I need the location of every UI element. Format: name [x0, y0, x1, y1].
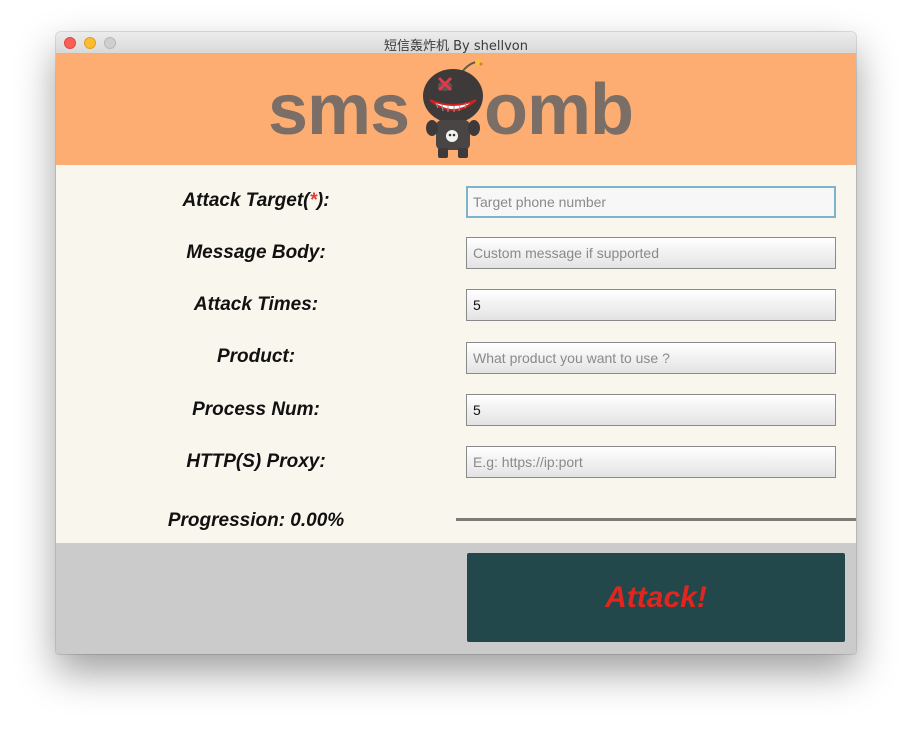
progress-label: Progression: 0.00% — [167, 510, 345, 531]
attack-button[interactable]: Attack! — [467, 553, 845, 642]
process-num-input[interactable] — [466, 394, 836, 426]
target-phone-input[interactable] — [466, 186, 836, 218]
message-body-label: Message Body: — [186, 242, 326, 263]
product-label: Product: — [216, 346, 296, 367]
attack-target-label: Attack Target(*): — [182, 190, 330, 211]
window-title: 短信轰炸机 By shellvon — [384, 39, 528, 54]
bomb-mascot-icon — [423, 59, 483, 158]
app-window: 短信轰炸机 By shellvon sms omb Attack Target(… — [56, 32, 856, 654]
attack-times-label: Attack Times: — [193, 294, 319, 315]
progress-bar — [456, 518, 856, 521]
footer-panel: Attack! — [56, 543, 856, 654]
title-bar: 短信轰炸机 By shellvon — [56, 32, 856, 54]
logo-text-right: omb — [484, 70, 634, 150]
logo-banner: sms omb — [56, 54, 856, 165]
message-body-input[interactable] — [466, 237, 836, 269]
proxy-label: HTTP(S) Proxy: — [186, 451, 326, 472]
required-mark: * — [309, 190, 317, 211]
proxy-input[interactable] — [466, 446, 836, 478]
process-num-label: Process Num: — [192, 399, 320, 420]
product-input[interactable] — [466, 342, 836, 374]
logo-text-left: sms — [268, 70, 410, 150]
attack-times-input[interactable] — [466, 289, 836, 321]
